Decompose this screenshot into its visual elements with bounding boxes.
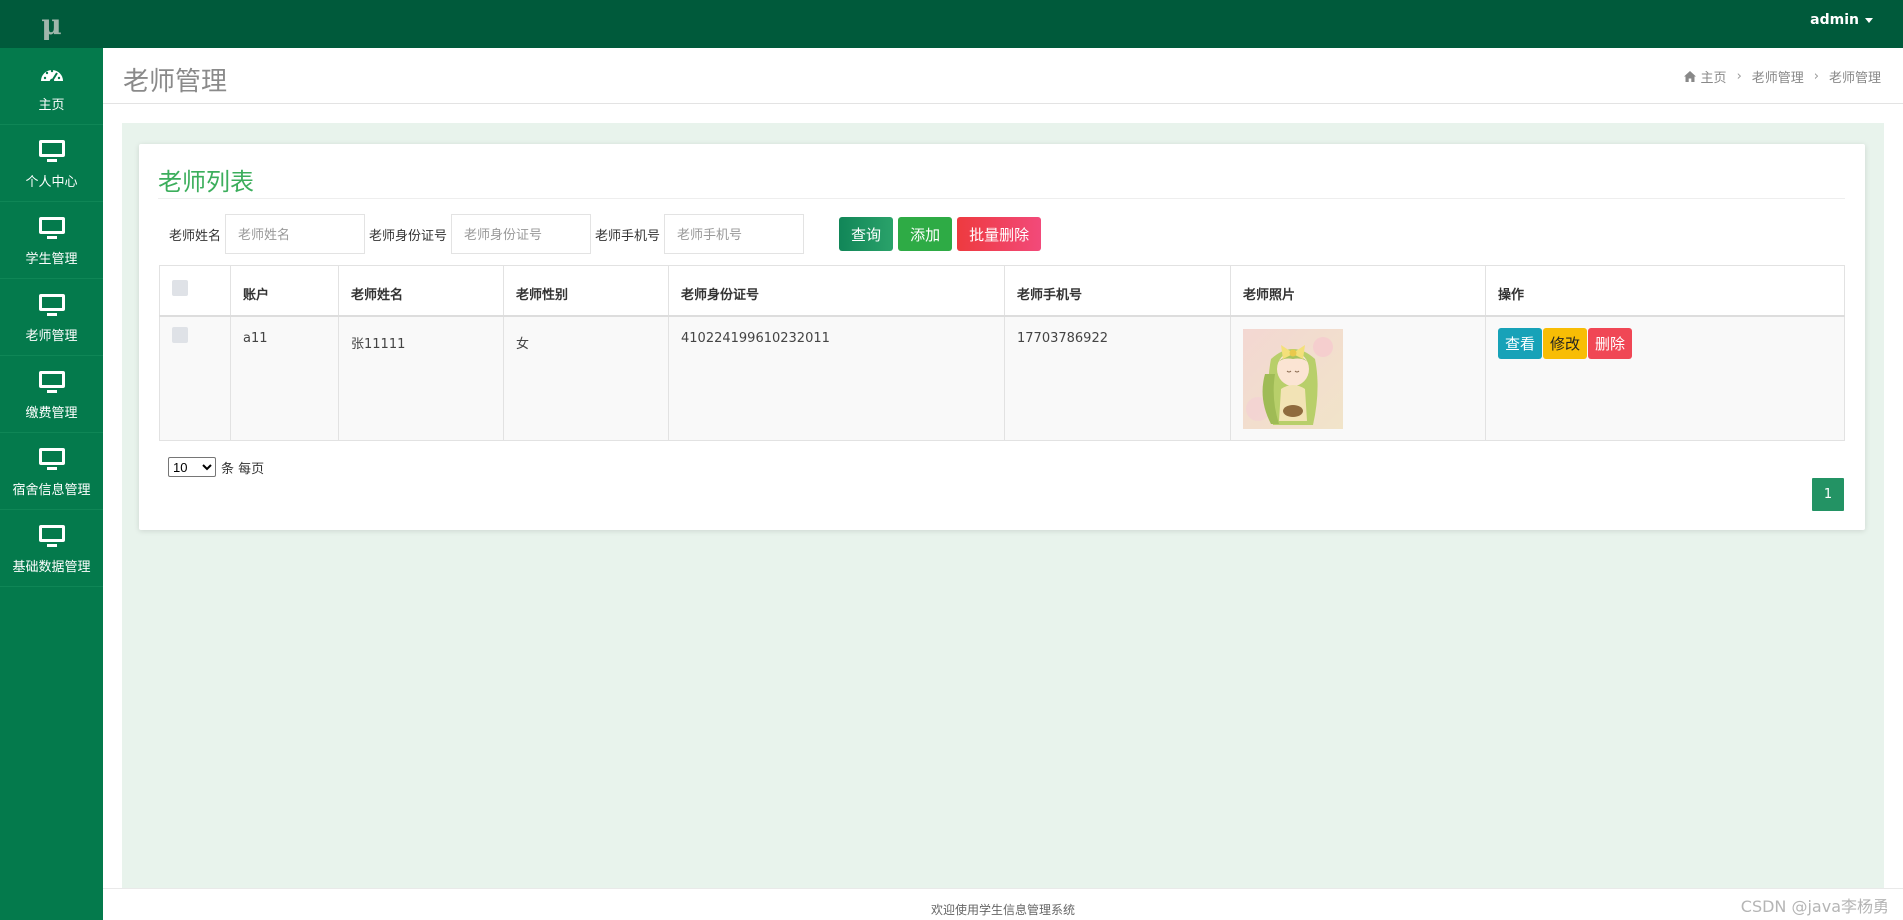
table-row: a11 张11111 女 410224199610232011 17703786… bbox=[159, 315, 1845, 441]
select-all-cell bbox=[159, 265, 231, 317]
search-form: 老师姓名 老师身份证号 老师手机号 查询 添加 批量删除 bbox=[169, 214, 1042, 254]
chevron-right-icon: › bbox=[1736, 69, 1742, 84]
column-header: 老师照片 bbox=[1230, 265, 1486, 317]
phone-cell: 17703786922 bbox=[1004, 315, 1231, 441]
phone-label: 老师手机号 bbox=[595, 228, 661, 244]
name-label: 老师姓名 bbox=[169, 228, 222, 244]
name-search-input[interactable] bbox=[225, 214, 366, 254]
select-all-checkbox[interactable] bbox=[172, 280, 188, 296]
id-number-cell: 410224199610232011 bbox=[668, 315, 1005, 441]
monitor-icon bbox=[37, 137, 67, 165]
monitor-icon bbox=[37, 368, 67, 396]
breadcrumb-label: 主页 bbox=[1700, 71, 1727, 86]
column-header: 老师性别 bbox=[503, 265, 669, 317]
column-header: 账户 bbox=[230, 265, 339, 317]
row-checkbox[interactable] bbox=[172, 326, 188, 343]
page-size-select[interactable]: 10 bbox=[168, 457, 216, 477]
batch-delete-button[interactable]: 批量删除 bbox=[957, 217, 1042, 251]
monitor-icon bbox=[37, 445, 67, 473]
sidebar-item-teachers[interactable]: 老师管理 bbox=[0, 279, 103, 356]
id-label: 老师身份证号 bbox=[369, 228, 448, 244]
table-header-row: 账户 老师姓名 老师性别 老师身份证号 老师手机号 老师照片 操作 bbox=[159, 265, 1845, 317]
teacher-list-card: 老师列表 老师姓名 老师身份证号 老师手机号 查询 添加 批量删除 账户 老师姓… bbox=[139, 144, 1865, 530]
view-button[interactable]: 查看 bbox=[1498, 327, 1543, 359]
breadcrumb: 主页 › 老师管理 › 老师管理 bbox=[1683, 67, 1881, 86]
caret-down-icon bbox=[1865, 17, 1873, 23]
sidebar-item-label: 主页 bbox=[38, 97, 65, 113]
page-size-suffix: 条 每页 bbox=[221, 461, 265, 477]
username: admin bbox=[1810, 12, 1859, 28]
gender-cell: 女 bbox=[503, 315, 669, 441]
teacher-photo[interactable] bbox=[1243, 328, 1343, 429]
user-menu[interactable]: admin bbox=[1810, 12, 1873, 28]
account-cell: a11 bbox=[230, 315, 339, 441]
sidebar-item-label: 学生管理 bbox=[25, 251, 78, 267]
home-icon bbox=[1683, 71, 1696, 82]
sidebar-item-label: 老师管理 bbox=[25, 328, 78, 344]
sidebar: μ 主页 个人中心 学生管理 老师管理 缴费管理 宿舍信息管理 基础数据管理 bbox=[0, 0, 103, 920]
sidebar-item-label: 个人中心 bbox=[25, 174, 78, 190]
breadcrumb-home[interactable]: 主页 bbox=[1683, 67, 1727, 86]
phone-search-input[interactable] bbox=[664, 214, 805, 254]
page-header: 老师管理 主页 › 老师管理 › 老师管理 bbox=[103, 48, 1903, 104]
footer: 欢迎使用学生信息管理系统 CSDN @java李杨勇 bbox=[103, 888, 1903, 920]
sidebar-item-personal-center[interactable]: 个人中心 bbox=[0, 125, 103, 202]
name-cell: 张11111 bbox=[338, 315, 504, 441]
column-header: 老师手机号 bbox=[1004, 265, 1231, 317]
sidebar-item-label: 基础数据管理 bbox=[12, 559, 91, 575]
column-header: 老师身份证号 bbox=[668, 265, 1005, 317]
column-header: 老师姓名 bbox=[338, 265, 504, 317]
monitor-icon bbox=[37, 291, 67, 319]
divider bbox=[158, 198, 1845, 199]
pagination-page-1[interactable]: 1 bbox=[1812, 478, 1844, 511]
select-cell bbox=[159, 315, 231, 441]
sidebar-item-label: 缴费管理 bbox=[25, 405, 78, 421]
sidebar-item-home[interactable]: 主页 bbox=[0, 48, 103, 125]
query-button[interactable]: 查询 bbox=[839, 217, 894, 251]
sidebar-item-dormitory[interactable]: 宿舍信息管理 bbox=[0, 433, 103, 510]
breadcrumb-item[interactable]: 老师管理 bbox=[1752, 67, 1804, 86]
chevron-right-icon: › bbox=[1813, 69, 1819, 84]
page-size-control: 10 条 每页 bbox=[168, 457, 264, 477]
watermark: CSDN @java李杨勇 bbox=[1740, 897, 1889, 916]
sidebar-item-label: 宿舍信息管理 bbox=[12, 482, 91, 498]
sidebar-item-payments[interactable]: 缴费管理 bbox=[0, 356, 103, 433]
app-logo[interactable]: μ bbox=[0, 0, 103, 48]
add-button[interactable]: 添加 bbox=[898, 217, 953, 251]
id-search-input[interactable] bbox=[451, 214, 592, 254]
sidebar-item-students[interactable]: 学生管理 bbox=[0, 202, 103, 279]
monitor-icon bbox=[37, 214, 67, 242]
sidebar-item-base-data[interactable]: 基础数据管理 bbox=[0, 510, 103, 587]
actions-cell: 查看 修改 删除 bbox=[1485, 315, 1845, 441]
teacher-table: 账户 老师姓名 老师性别 老师身份证号 老师手机号 老师照片 操作 a11 张1… bbox=[159, 265, 1845, 441]
top-bar: admin bbox=[103, 0, 1903, 48]
delete-button[interactable]: 删除 bbox=[1588, 327, 1633, 359]
edit-button[interactable]: 修改 bbox=[1543, 327, 1588, 359]
footer-text: 欢迎使用学生信息管理系统 bbox=[930, 903, 1075, 917]
column-header: 操作 bbox=[1485, 265, 1845, 317]
breadcrumb-current: 老师管理 bbox=[1828, 71, 1881, 86]
card-title: 老师列表 bbox=[158, 168, 254, 196]
dashboard-icon bbox=[37, 60, 67, 88]
photo-cell bbox=[1230, 315, 1486, 441]
monitor-icon bbox=[37, 522, 67, 550]
page-title: 老师管理 bbox=[123, 67, 228, 97]
